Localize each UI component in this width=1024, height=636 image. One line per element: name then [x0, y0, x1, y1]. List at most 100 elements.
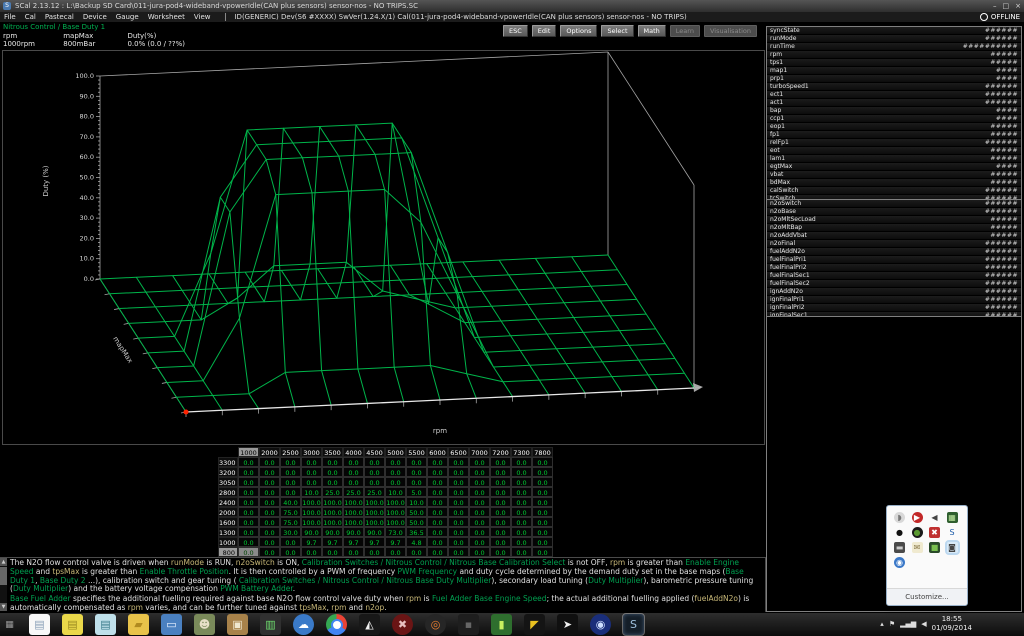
col-header-6500[interactable]: 6500 — [448, 447, 469, 457]
cell-1600-5000[interactable]: 100.0 — [385, 517, 406, 527]
gauge-row-n2oBase[interactable]: n2oBase ###### — [767, 208, 1021, 216]
col-header-7300[interactable]: 7300 — [511, 447, 532, 457]
cell-2400-3500[interactable]: 100.0 — [322, 497, 343, 507]
cell-1600-3000[interactable]: 100.0 — [301, 517, 322, 527]
cell-800-5500[interactable]: 0.0 — [406, 547, 427, 557]
cell-3300-6000[interactable]: 0.0 — [427, 457, 448, 467]
cell-2000-4500[interactable]: 100.0 — [364, 507, 385, 517]
cell-2000-7200[interactable]: 0.0 — [490, 507, 511, 517]
cell-3050-7300[interactable]: 0.0 — [511, 477, 532, 487]
menu-device[interactable]: Device — [83, 13, 107, 21]
cell-2800-2000[interactable]: 0.0 — [259, 487, 280, 497]
cell-2000-5000[interactable]: 100.0 — [385, 507, 406, 517]
cell-2400-3000[interactable]: 100.0 — [301, 497, 322, 507]
cloud-icon[interactable]: ☁ — [293, 614, 314, 635]
cell-1600-7000[interactable]: 0.0 — [469, 517, 490, 527]
cell-3050-2000[interactable]: 0.0 — [259, 477, 280, 487]
chrome-icon[interactable] — [326, 614, 347, 635]
close-icon[interactable]: × — [1015, 1, 1021, 11]
cell-1000-4000[interactable]: 9.7 — [343, 537, 364, 547]
esc-button[interactable]: ESC — [503, 25, 528, 37]
screen-share-icon[interactable]: ▬ — [894, 542, 905, 553]
col-header-2000[interactable]: 2000 — [259, 447, 280, 457]
arrow-launcher-icon[interactable]: ➤ — [557, 614, 578, 635]
cell-1000-1000[interactable]: 0.0 — [238, 537, 259, 547]
cell-2400-6500[interactable]: 0.0 — [448, 497, 469, 507]
gauge-row-fuelAddN2o[interactable]: fuelAddN2o ###### — [767, 248, 1021, 256]
cell-1300-6500[interactable]: 0.0 — [448, 527, 469, 537]
col-header-4000[interactable]: 4000 — [343, 447, 364, 457]
cell-3050-7000[interactable]: 0.0 — [469, 477, 490, 487]
cell-1600-4500[interactable]: 100.0 — [364, 517, 385, 527]
cell-2800-5500[interactable]: 5.0 — [406, 487, 427, 497]
cell-800-2000[interactable]: 0.0 — [259, 547, 280, 557]
gauge-row-fuelFinalPri1[interactable]: fuelFinalPri1 ###### — [767, 256, 1021, 264]
cell-3200-2500[interactable]: 0.0 — [280, 467, 301, 477]
col-header-3500[interactable]: 3500 — [322, 447, 343, 457]
gauge-row-prp1[interactable]: prp1 #### — [767, 75, 1021, 83]
cell-3300-7200[interactable]: 0.0 — [490, 457, 511, 467]
cell-3200-3000[interactable]: 0.0 — [301, 467, 322, 477]
cell-2400-1000[interactable]: 0.0 — [238, 497, 259, 507]
clock[interactable]: 18:55 01/09/2014 — [932, 615, 972, 633]
gauge-row-map1[interactable]: map1 #### — [767, 67, 1021, 75]
gauge-row-fuelFinalSec1[interactable]: fuelFinalSec1 ###### — [767, 272, 1021, 280]
cell-2000-7800[interactable]: 0.0 — [532, 507, 553, 517]
col-header-3000[interactable]: 3000 — [301, 447, 322, 457]
help-link[interactable]: Base Fuel Adder — [10, 594, 71, 603]
row-header-2400[interactable]: 2400 — [218, 497, 238, 507]
cell-800-6000[interactable]: 0.0 — [427, 547, 448, 557]
cell-2800-6000[interactable]: 0.0 — [427, 487, 448, 497]
dark-app-icon[interactable]: ▪ — [458, 614, 479, 635]
gauge-row-calSwitch[interactable]: calSwitch ###### — [767, 187, 1021, 195]
cell-1600-5500[interactable]: 50.0 — [406, 517, 427, 527]
cell-800-4000[interactable]: 0.0 — [343, 547, 364, 557]
help-link[interactable]: Enable Throttle Position — [140, 567, 229, 576]
cell-1300-7800[interactable]: 0.0 — [532, 527, 553, 537]
cell-1300-4000[interactable]: 90.0 — [343, 527, 364, 537]
help-link[interactable]: Duty Multiplier — [588, 576, 643, 585]
cell-2000-4000[interactable]: 100.0 — [343, 507, 364, 517]
gauge-list-nitrous[interactable]: n2oSwitch ###### n2oBase ###### n2oMltSecLoa… — [766, 199, 1022, 329]
cell-1000-7000[interactable]: 0.0 — [469, 537, 490, 547]
start-grid-icon[interactable]: ▦ — [4, 619, 15, 630]
cell-3200-7200[interactable]: 0.0 — [490, 467, 511, 477]
menu-file[interactable]: File — [4, 13, 16, 21]
cell-1300-3500[interactable]: 90.0 — [322, 527, 343, 537]
green-utility-icon[interactable]: ▦ — [946, 512, 958, 523]
red-shield-icon[interactable]: ✖ — [929, 527, 940, 538]
cell-3050-5500[interactable]: 0.0 — [406, 477, 427, 487]
cell-1000-7300[interactable]: 0.0 — [511, 537, 532, 547]
cell-2400-4000[interactable]: 100.0 — [343, 497, 364, 507]
cell-1300-5500[interactable]: 36.5 — [406, 527, 427, 537]
black-oval-icon[interactable]: ● — [894, 527, 905, 538]
gauge-row-bdMax[interactable]: bdMax ##### — [767, 179, 1021, 187]
volume-tray-icon[interactable]: ◀ — [929, 512, 940, 523]
gauge-row-ect1[interactable]: ect1 ###### — [767, 91, 1021, 99]
cell-2800-7200[interactable]: 0.0 — [490, 487, 511, 497]
tray-expand-icon[interactable]: ▴ — [880, 620, 884, 628]
help-link[interactable]: Fuel Adder Base Engine Speed — [432, 594, 547, 603]
cell-3200-6000[interactable]: 0.0 — [427, 467, 448, 477]
cell-2400-7200[interactable]: 0.0 — [490, 497, 511, 507]
cell-1600-1000[interactable]: 0.0 — [238, 517, 259, 527]
cell-1300-4500[interactable]: 90.0 — [364, 527, 385, 537]
cell-3050-4000[interactable]: 0.0 — [343, 477, 364, 487]
cell-1600-7200[interactable]: 0.0 — [490, 517, 511, 527]
cell-2800-7000[interactable]: 0.0 — [469, 487, 490, 497]
cell-1600-3500[interactable]: 100.0 — [322, 517, 343, 527]
cell-1000-7800[interactable]: 0.0 — [532, 537, 553, 547]
row-header-2000[interactable]: 2000 — [218, 507, 238, 517]
cell-800-5000[interactable]: 0.0 — [385, 547, 406, 557]
cell-2800-3000[interactable]: 10.0 — [301, 487, 322, 497]
cell-2400-4500[interactable]: 100.0 — [364, 497, 385, 507]
menu-view[interactable]: View — [194, 13, 211, 21]
cell-3300-6500[interactable]: 0.0 — [448, 457, 469, 467]
cell-1600-4000[interactable]: 100.0 — [343, 517, 364, 527]
cell-2800-3500[interactable]: 25.0 — [322, 487, 343, 497]
mail-icon[interactable]: ✉ — [911, 542, 923, 553]
cell-2400-5500[interactable]: 10.0 — [406, 497, 427, 507]
duty-map-table[interactable]: 1000 2000 2500 3000 3500 4000 4500 5000 5500 6000… — [218, 447, 553, 557]
cell-2800-7300[interactable]: 0.0 — [511, 487, 532, 497]
cell-1000-2000[interactable]: 0.0 — [259, 537, 280, 547]
